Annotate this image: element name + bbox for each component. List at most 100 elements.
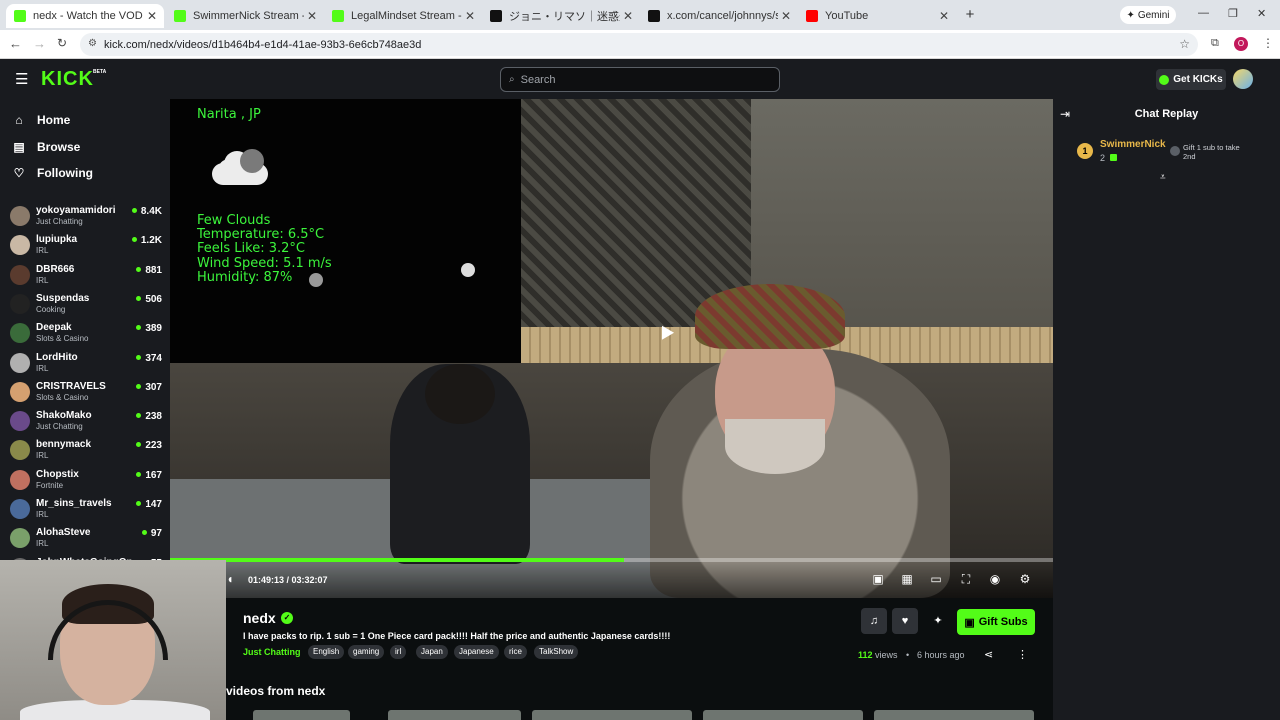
site-info-icon[interactable]: ⚙ bbox=[88, 38, 97, 49]
theater-mode-icon[interactable]: ▭ bbox=[928, 571, 944, 587]
channel-category: IRL bbox=[36, 275, 49, 285]
gemini-button[interactable]: ✦ Gemini bbox=[1120, 6, 1176, 24]
mini-player-icon[interactable]: ▣ bbox=[870, 571, 886, 587]
viewer-count: 167 bbox=[136, 470, 162, 481]
back-icon[interactable]: ← bbox=[9, 36, 22, 51]
url-field[interactable]: ⚙ kick.com/nedx/videos/d1b464b4-e1d4-41a… bbox=[80, 33, 1198, 56]
sidebar-item-channel[interactable]: ShakoMako Just Chatting 238 bbox=[10, 408, 162, 436]
expand-leaderboard-icon[interactable]: ⩡ bbox=[1160, 172, 1166, 183]
reload-icon[interactable]: ↻ bbox=[57, 36, 67, 50]
sidebar-item-channel[interactable]: yokoyamamidori Just Chatting 8.4K bbox=[10, 203, 162, 231]
gifter-username[interactable]: SwimmerNick bbox=[1100, 139, 1166, 150]
avatar bbox=[10, 528, 30, 549]
notifications-bell-icon[interactable]: ♫ bbox=[861, 608, 887, 634]
channel-category: IRL bbox=[36, 539, 49, 549]
share-icon[interactable]: ⋖ bbox=[984, 648, 993, 661]
browser-tab[interactable]: ジョニ・リマソ｜迷惑外国人撲滅（ ✕ bbox=[482, 4, 640, 28]
sidebar-item-channel[interactable]: LordHito IRL 374 bbox=[10, 350, 162, 378]
gemini-icon: ✦ bbox=[1126, 9, 1135, 21]
close-window-icon[interactable]: ✕ bbox=[1257, 7, 1269, 20]
user-avatar[interactable] bbox=[1233, 69, 1253, 89]
channel-name: bennymack bbox=[36, 439, 92, 451]
autoplay-icon[interactable]: ◉ bbox=[987, 571, 1003, 587]
video-player[interactable]: Narita , JP Few Clouds Temperature: 6.5°… bbox=[170, 99, 1053, 598]
video-thumbnail[interactable] bbox=[532, 710, 692, 720]
tag-chip[interactable]: gaming bbox=[348, 645, 385, 659]
weather-location: Narita , JP bbox=[197, 107, 261, 122]
maximize-icon[interactable]: ❐ bbox=[1228, 7, 1240, 20]
channel-name[interactable]: nedx bbox=[243, 610, 276, 626]
sidebar-item-home[interactable]: ⌂ Home bbox=[12, 110, 70, 130]
tag-chip[interactable]: irl bbox=[390, 645, 407, 659]
search-input[interactable]: ⌕ Search bbox=[500, 67, 780, 92]
video-thumbnail[interactable] bbox=[388, 710, 521, 720]
close-tab-icon[interactable]: ✕ bbox=[144, 9, 160, 23]
avatar bbox=[10, 352, 30, 373]
avatar bbox=[10, 206, 30, 226]
close-tab-icon[interactable]: ✕ bbox=[936, 9, 952, 23]
more-options-icon[interactable]: ⋮ bbox=[1017, 648, 1028, 661]
heart-icon: ♡ bbox=[13, 166, 25, 180]
clip-icon[interactable]: ▦ bbox=[899, 571, 915, 587]
tag-chip[interactable]: TalkShow bbox=[534, 645, 579, 659]
video-frame-person-head bbox=[425, 364, 495, 424]
tag-chip[interactable]: rice bbox=[504, 645, 527, 659]
sidebar-item-following[interactable]: ♡ Following bbox=[12, 163, 93, 183]
channel-name: CRISTRAVELS bbox=[36, 380, 106, 392]
get-kicks-button[interactable]: Get KICKs bbox=[1156, 69, 1226, 90]
channel-category: IRL bbox=[36, 363, 49, 373]
weather-temperature: Temperature: 6.5°C bbox=[197, 227, 325, 242]
home-icon: ⌂ bbox=[15, 113, 23, 127]
browser-tab-active[interactable]: nedx - Watch the VOD on Kick ✕ bbox=[6, 4, 164, 28]
profile-avatar[interactable]: O bbox=[1234, 37, 1248, 51]
category-link[interactable]: Just Chatting bbox=[243, 647, 301, 657]
tag-chip[interactable]: Japan bbox=[416, 645, 448, 659]
hamburger-menu-icon[interactable]: ☰ bbox=[15, 70, 28, 88]
minimize-icon[interactable]: — bbox=[1198, 7, 1210, 19]
close-tab-icon[interactable]: ✕ bbox=[304, 9, 320, 23]
tag-chip[interactable]: English bbox=[308, 645, 345, 659]
extensions-icon[interactable]: ⧉ bbox=[1211, 37, 1219, 50]
bookmark-star-icon[interactable]: ☆ bbox=[1179, 37, 1190, 51]
channel-name: Mr_sins_travels bbox=[36, 498, 112, 509]
browser-tab[interactable]: x.com/cancel/johnnys/status/18 ✕ bbox=[640, 4, 798, 28]
new-tab-icon[interactable]: + bbox=[962, 7, 978, 23]
tab-title: ジョニ・リマソ｜迷惑外国人撲滅（ bbox=[509, 11, 620, 23]
gift-subs-button[interactable]: ▣ Gift Subs bbox=[957, 609, 1035, 635]
tag-chip[interactable]: Japanese bbox=[454, 645, 499, 659]
video-details: nedx ✓ I have packs to rip. 1 sub = 1 On… bbox=[170, 598, 1053, 720]
sidebar-item-channel[interactable]: Mr_sins_travels IRL 147 bbox=[10, 496, 162, 524]
video-thumbnail[interactable] bbox=[874, 710, 1034, 720]
fullscreen-icon[interactable]: ⛶ bbox=[958, 571, 974, 587]
gift-prompt: Gift 1 sub to take 2nd bbox=[1183, 143, 1240, 161]
browser-tab[interactable]: YouTube ✕ bbox=[798, 4, 956, 28]
close-tab-icon[interactable]: ✕ bbox=[620, 9, 636, 23]
channel-category: Slots & Casino bbox=[36, 334, 89, 344]
sidebar-item-channel[interactable]: AlohaSteve IRL 97 bbox=[10, 525, 162, 553]
video-thumbnail[interactable] bbox=[253, 710, 350, 720]
sidebar-item-channel[interactable]: DBR666 IRL 881 bbox=[10, 262, 162, 290]
settings-gear-icon[interactable]: ⚙ bbox=[1017, 571, 1033, 587]
browser-menu-icon[interactable]: ⋮ bbox=[1262, 36, 1274, 50]
forward-icon[interactable]: → bbox=[33, 36, 46, 51]
sidebar-item-browse[interactable]: ▤ Browse bbox=[12, 137, 80, 157]
avatar bbox=[10, 411, 30, 432]
avatar bbox=[10, 235, 30, 256]
channel-name: DBR666 bbox=[36, 263, 75, 275]
follow-heart-icon[interactable]: ♥ bbox=[892, 608, 918, 634]
snow-particle bbox=[309, 273, 323, 287]
browser-tab[interactable]: LegalMindset Stream - Watch Li ✕ bbox=[324, 4, 482, 28]
video-thumbnail[interactable] bbox=[703, 710, 863, 720]
browser-tab[interactable]: SwimmerNick Stream - Watch Li ✕ bbox=[166, 4, 324, 28]
sidebar-item-channel[interactable]: Suspendas Cooking 506 bbox=[10, 291, 162, 319]
sidebar-item-channel[interactable]: Chopstix Fortnite 167 bbox=[10, 467, 162, 495]
sidebar-item-channel[interactable]: bennymack IRL 223 bbox=[10, 437, 162, 465]
boost-icon[interactable]: ✦ bbox=[925, 608, 951, 634]
close-tab-icon[interactable]: ✕ bbox=[462, 9, 478, 23]
close-tab-icon[interactable]: ✕ bbox=[778, 9, 794, 23]
sidebar-item-channel[interactable]: CRISTRAVELS Slots & Casino 307 bbox=[10, 379, 162, 407]
sidebar-item-channel[interactable]: lupiupka IRL 1.2K bbox=[10, 232, 162, 260]
kick-logo[interactable]: KICK bbox=[41, 68, 94, 91]
sidebar-item-channel[interactable]: Deepak Slots & Casino 389 bbox=[10, 320, 162, 348]
avatar bbox=[10, 469, 30, 490]
